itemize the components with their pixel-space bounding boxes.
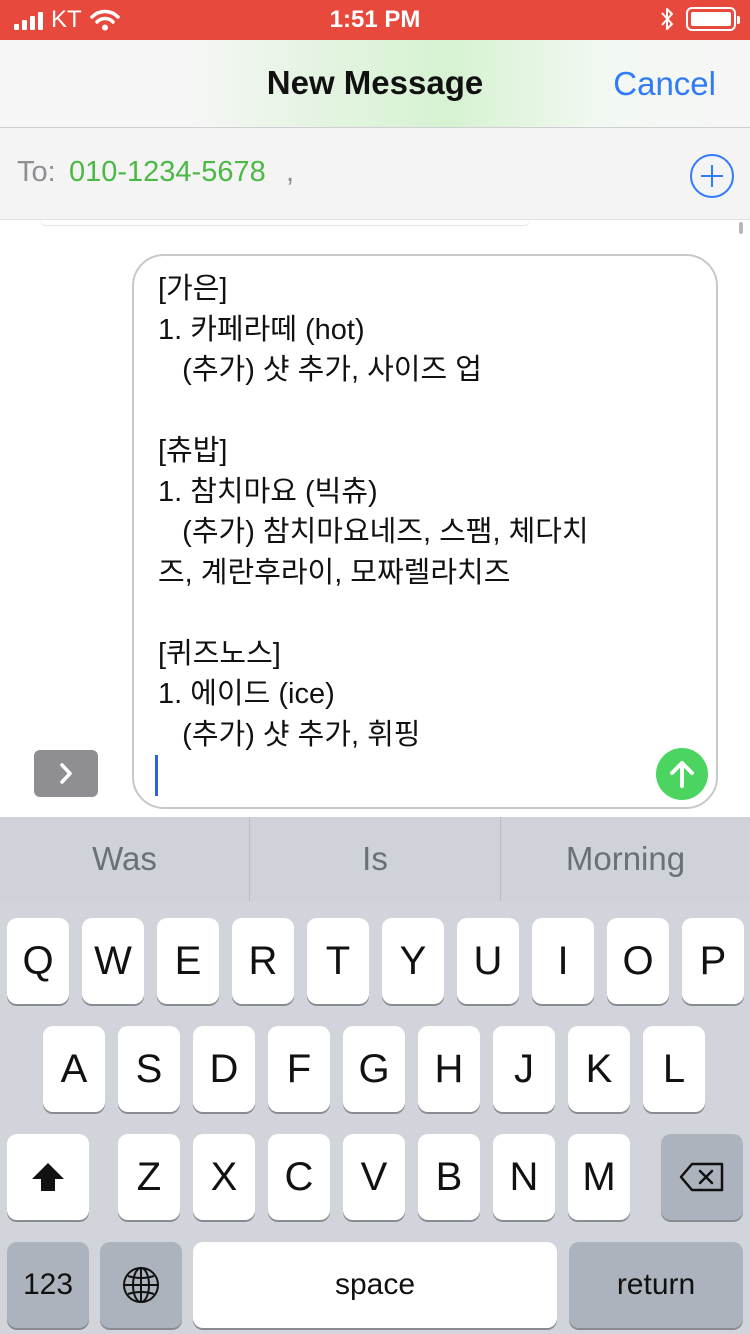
status-time: 1:51 PM — [329, 6, 421, 33]
message-line: 1. 카페라떼 (hot) — [158, 313, 365, 346]
key-p[interactable]: P — [682, 918, 744, 1004]
globe-key[interactable] — [100, 1242, 182, 1328]
key-s[interactable]: S — [118, 1026, 180, 1112]
to-label: To: — [17, 156, 56, 188]
key-l[interactable]: L — [643, 1026, 705, 1112]
shift-key[interactable] — [7, 1134, 89, 1220]
message-line: 1. 에이드 (ice) — [158, 678, 335, 710]
battery-icon — [686, 7, 740, 31]
message-line: (추가) 샷 추가, 사이즈 업 — [158, 354, 482, 386]
cancel-button[interactable]: Cancel — [613, 65, 716, 103]
send-button[interactable] — [656, 748, 708, 800]
message-line: (추가) 샷 추가, 휘핑 — [158, 718, 421, 751]
key-e[interactable]: E — [157, 918, 219, 1004]
key-k[interactable]: K — [568, 1026, 630, 1112]
key-v[interactable]: V — [343, 1134, 405, 1220]
key-y[interactable]: Y — [382, 918, 444, 1004]
key-b[interactable]: B — [418, 1134, 480, 1220]
divider — [40, 220, 530, 226]
globe-icon — [123, 1267, 159, 1303]
chevron-right-icon — [60, 763, 72, 784]
key-x[interactable]: X — [193, 1134, 255, 1220]
key-f[interactable]: F — [268, 1026, 330, 1112]
arrow-up-icon — [670, 761, 694, 788]
message-line: [츄밥] — [158, 435, 228, 467]
status-bar: KT 1:51 PM — [0, 0, 750, 40]
recipient-row[interactable]: To: 010-1234-5678 , — [0, 128, 750, 220]
nav-bar: New Message Cancel — [0, 40, 750, 128]
key-c[interactable]: C — [268, 1134, 330, 1220]
message-line: 1. 참치마요 (빅츄) — [158, 475, 378, 508]
key-h[interactable]: H — [418, 1026, 480, 1112]
key-i[interactable]: I — [532, 918, 594, 1004]
add-contact-icon[interactable] — [690, 154, 734, 198]
key-u[interactable]: U — [457, 918, 519, 1004]
expand-apps-button[interactable] — [34, 750, 98, 797]
suggestion-item[interactable]: Is — [250, 817, 500, 901]
key-g[interactable]: G — [343, 1026, 405, 1112]
key-z[interactable]: Z — [118, 1134, 180, 1220]
message-line: [퀴즈노스] — [158, 637, 281, 670]
space-key[interactable]: space — [193, 1242, 557, 1328]
recipient-token[interactable]: 010-1234-5678 — [69, 156, 266, 189]
recipient-separator: , — [286, 156, 295, 188]
text-caret — [155, 755, 158, 796]
shift-icon — [32, 1163, 64, 1191]
backspace-icon — [679, 1162, 724, 1192]
message-line: 즈, 계란후라이, 모짜렐라치즈 — [158, 556, 511, 589]
bluetooth-icon — [661, 8, 673, 30]
message-text[interactable]: [가은] 1. 카페라떼 (hot) (추가) 샷 추가, 사이즈 업 [츄밥]… — [158, 272, 658, 758]
status-right — [660, 7, 740, 31]
key-d[interactable]: D — [193, 1026, 255, 1112]
message-line: [가은] — [158, 273, 228, 305]
key-q[interactable]: Q — [7, 918, 69, 1004]
key-j[interactable]: J — [493, 1026, 555, 1112]
numbers-key[interactable]: 123 — [7, 1242, 89, 1328]
delete-key[interactable] — [661, 1134, 743, 1220]
key-o[interactable]: O — [607, 918, 669, 1004]
key-m[interactable]: M — [568, 1134, 630, 1220]
message-line: (추가) 참치마요네즈, 스팸, 체다치 — [158, 516, 589, 548]
key-a[interactable]: A — [43, 1026, 105, 1112]
message-line — [158, 596, 658, 637]
suggestion-item[interactable]: Morning — [501, 817, 750, 901]
key-t[interactable]: T — [307, 918, 369, 1004]
suggestion-bar: Was Is Morning — [0, 817, 750, 901]
key-r[interactable]: R — [232, 918, 294, 1004]
key-w[interactable]: W — [82, 918, 144, 1004]
keyboard: Q W E R T Y U I O P A S D F G H J K L Z … — [0, 901, 750, 1334]
return-key[interactable]: return — [569, 1242, 743, 1328]
key-n[interactable]: N — [493, 1134, 555, 1220]
scroll-indicator — [739, 222, 743, 234]
suggestion-item[interactable]: Was — [0, 817, 249, 901]
message-line — [158, 394, 658, 435]
